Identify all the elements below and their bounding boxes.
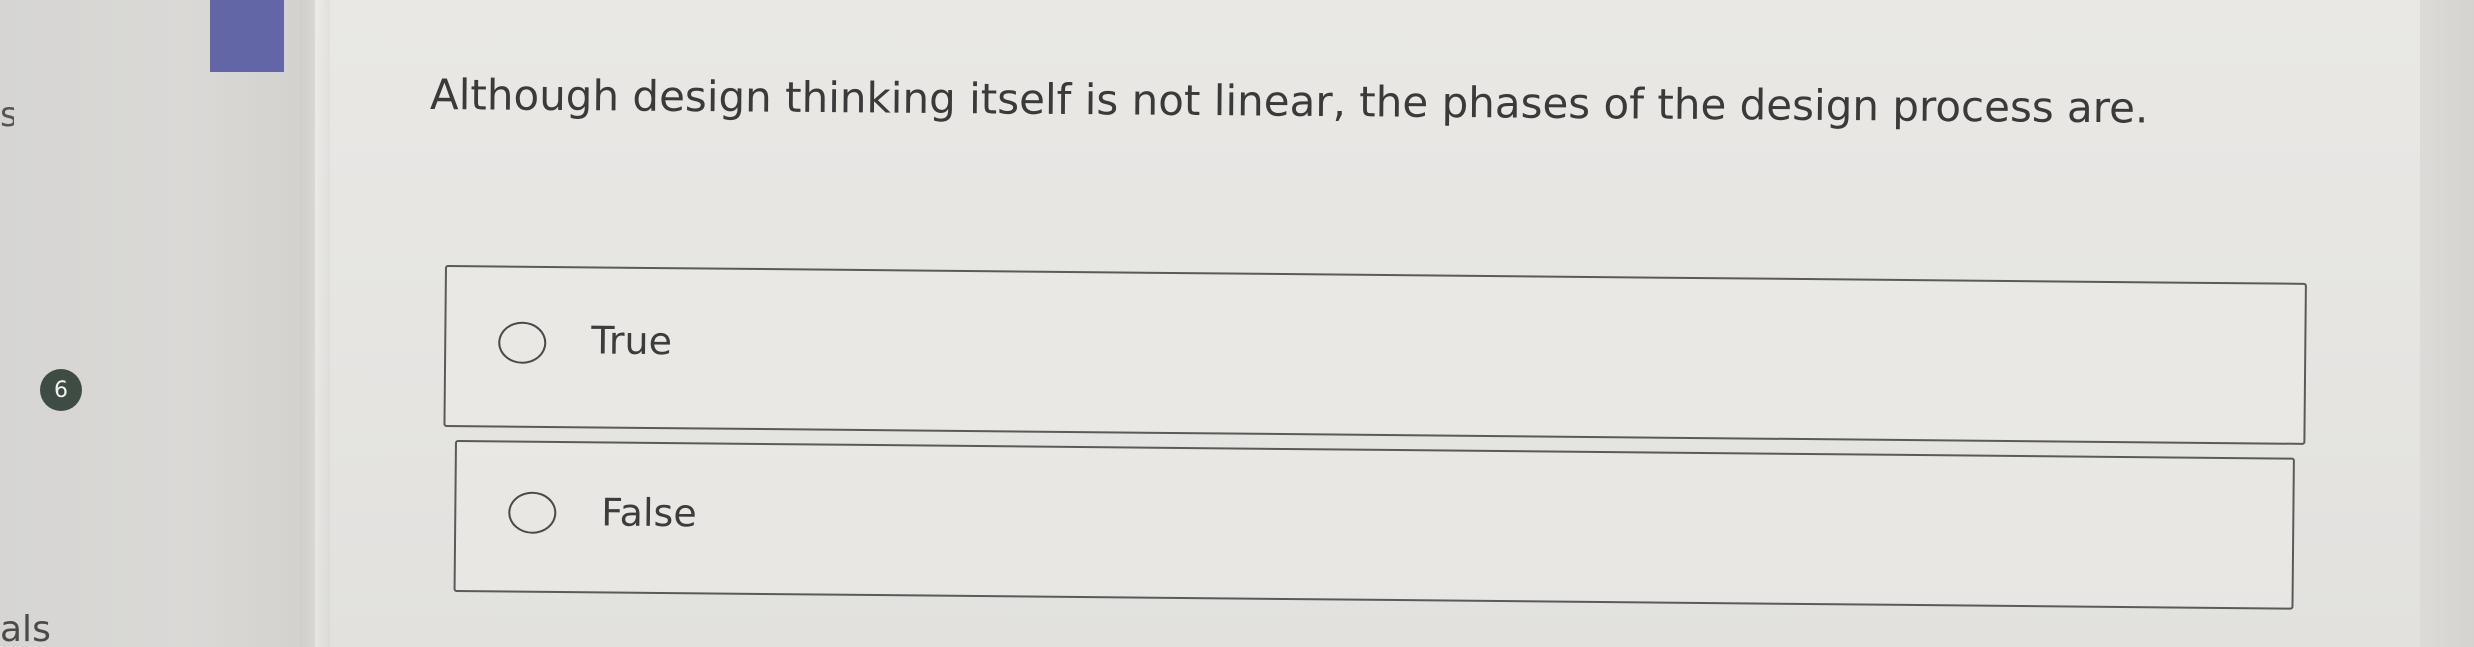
answer-label-true: True: [591, 318, 673, 364]
radio-button-false[interactable]: [508, 491, 557, 534]
left-gutter: [0, 0, 315, 647]
question-number-badge[interactable]: 6: [40, 369, 82, 411]
answer-label-false: False: [601, 490, 697, 536]
answer-option-true[interactable]: True: [443, 265, 2307, 445]
answer-option-false[interactable]: False: [453, 440, 2295, 610]
gutter-text-fragment: als: [0, 609, 51, 647]
panel-divider: [300, 0, 330, 647]
radio-button-true[interactable]: [498, 321, 547, 364]
accent-bar: [210, 0, 284, 72]
right-edge: [2420, 0, 2474, 647]
gutter-text-fragment: s: [0, 98, 14, 132]
